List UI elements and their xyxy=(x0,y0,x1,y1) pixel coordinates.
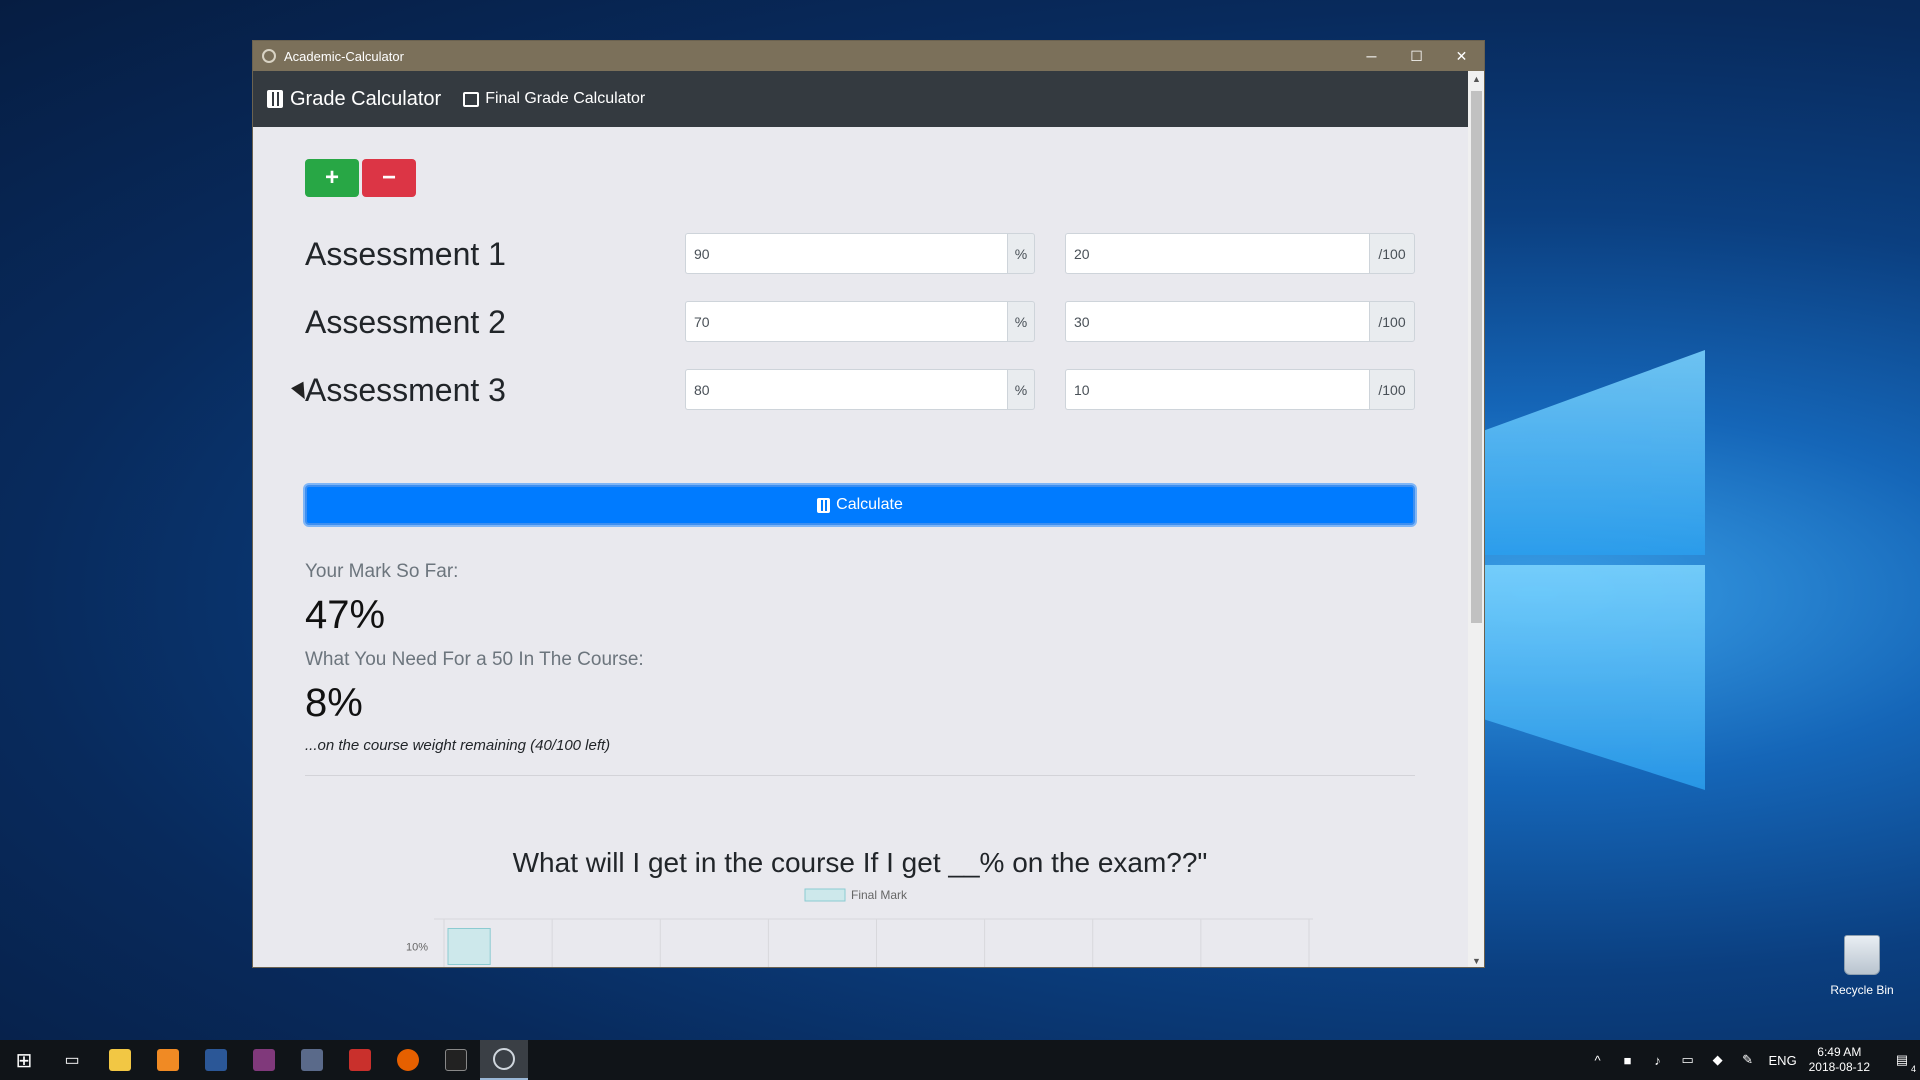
nvidia-icon[interactable]: ■ xyxy=(1613,1053,1643,1068)
terminal-icon xyxy=(445,1049,467,1071)
pen-icon[interactable]: ✎ xyxy=(1733,1052,1763,1068)
notification-count: 4 xyxy=(1910,1064,1916,1074)
title-bar[interactable]: Academic-Calculator ─ ☐ ✕ xyxy=(253,41,1484,71)
system-tray: ^ ■ ♪ ▭ ◆ ✎ ENG 6:49 AM 2018-08-12 ▤ 4 xyxy=(1583,1040,1920,1080)
word-button[interactable] xyxy=(192,1040,240,1080)
clock-time: 6:49 AM xyxy=(1817,1045,1862,1059)
scroll-down-arrow[interactable]: ▼ xyxy=(1472,956,1481,966)
minimize-button[interactable]: ─ xyxy=(1349,41,1394,71)
close-button[interactable]: ✕ xyxy=(1439,41,1484,71)
firefox-button[interactable] xyxy=(384,1040,432,1080)
vertical-scrollbar[interactable]: ▲ ▼ xyxy=(1468,71,1484,967)
assessment-label: Assessment 3 xyxy=(305,372,506,408)
weight-addon: /100 xyxy=(1369,301,1415,342)
show-hidden-icons-button[interactable]: ^ xyxy=(1583,1053,1613,1068)
percent-addon: % xyxy=(1007,369,1035,410)
onenote-button[interactable] xyxy=(240,1040,288,1080)
calculator-app-icon xyxy=(301,1049,323,1071)
main-content: + − Assessment 1 % /100 Assessment 2 % /… xyxy=(253,127,1468,967)
pdf-button[interactable] xyxy=(336,1040,384,1080)
legend-label: Final Mark xyxy=(851,888,908,902)
clock[interactable]: 6:49 AM 2018-08-12 xyxy=(1809,1045,1870,1075)
calculator-app-button[interactable] xyxy=(288,1040,336,1080)
chart-title: What will I get in the course If I get _… xyxy=(512,847,1208,878)
dropbox-icon[interactable]: ◆ xyxy=(1703,1052,1733,1068)
bar xyxy=(447,928,491,965)
weight-input[interactable] xyxy=(1065,301,1369,342)
assessment-row: Assessment 3 % /100 xyxy=(305,369,1415,411)
mark-input[interactable] xyxy=(685,369,1007,410)
scroll-up-arrow[interactable]: ▲ xyxy=(1472,74,1481,84)
task-view-icon: ▭ xyxy=(64,1052,80,1069)
weight-input[interactable] xyxy=(1065,369,1369,410)
volume-icon[interactable]: ♪ xyxy=(1643,1053,1673,1068)
add-assessment-button[interactable]: + xyxy=(305,159,359,197)
calculate-button[interactable]: Calculate xyxy=(305,485,1415,525)
brand-link[interactable]: Grade Calculator xyxy=(267,88,441,111)
sublime-text-button[interactable] xyxy=(144,1040,192,1080)
category-tick-label: 10% xyxy=(406,942,428,954)
task-view-button[interactable]: ▭ xyxy=(48,1040,96,1080)
app-icon xyxy=(262,49,276,63)
clock-date: 2018-08-12 xyxy=(1808,1060,1870,1074)
assessment-row: Assessment 2 % /100 xyxy=(305,301,1415,343)
app-window: Academic-Calculator ─ ☐ ✕ Grade Calculat… xyxy=(252,40,1485,968)
remove-assessment-button[interactable]: − xyxy=(362,159,416,197)
sublime-text-icon xyxy=(157,1049,179,1071)
weight-input[interactable] xyxy=(1065,233,1369,274)
scrollbar-thumb[interactable] xyxy=(1471,91,1482,623)
window-title: Academic-Calculator xyxy=(284,48,404,64)
weight-addon: /100 xyxy=(1369,233,1415,274)
need-value: 8% xyxy=(305,681,363,725)
legend-swatch xyxy=(804,888,846,902)
file-explorer-icon xyxy=(109,1049,131,1071)
mark-input[interactable] xyxy=(685,301,1007,342)
weight-addon: /100 xyxy=(1369,369,1415,410)
percent-addon: % xyxy=(1007,301,1035,342)
remaining-note: ...on the course weight remaining (40/10… xyxy=(305,737,611,754)
brand-label: Grade Calculator xyxy=(290,87,442,110)
firefox-icon xyxy=(397,1049,419,1071)
file-explorer-button[interactable] xyxy=(96,1040,144,1080)
percent-addon: % xyxy=(1007,233,1035,274)
start-button[interactable]: ⊞ xyxy=(0,1040,48,1080)
pdf-icon xyxy=(349,1049,371,1071)
windows-logo-wallpaper xyxy=(1480,340,1710,810)
academic-calculator-taskbar-button[interactable] xyxy=(480,1040,528,1080)
edit-icon xyxy=(463,91,480,107)
assessment-row: Assessment 1 % /100 xyxy=(305,233,1415,275)
mark-so-far-label: Your Mark So Far: xyxy=(305,561,459,582)
recycle-bin-icon xyxy=(1844,935,1880,975)
taskbar: ⊞ ▭ ^ ■ ♪ ▭ ◆ ✎ ENG 6:49 AM 2018-08-12 ▤… xyxy=(0,1040,1920,1080)
mark-input[interactable] xyxy=(685,233,1007,274)
action-center-button[interactable]: ▤ 4 xyxy=(1884,1052,1920,1074)
calculator-icon xyxy=(267,90,283,108)
calculator-icon xyxy=(817,497,831,513)
battery-icon[interactable]: ▭ xyxy=(1673,1052,1703,1068)
final-mark-chart: Final Mark10%20% xyxy=(406,888,1313,967)
academic-calculator-icon xyxy=(493,1048,515,1070)
need-label: What You Need For a 50 In The Course: xyxy=(305,649,644,670)
divider xyxy=(305,775,1415,776)
recycle-bin-shortcut[interactable]: Recycle Bin xyxy=(1822,935,1902,997)
navbar: Grade Calculator Final Grade Calculator xyxy=(253,71,1468,127)
nav-link-label: Final Grade Calculator xyxy=(485,90,646,107)
assessment-label: Assessment 2 xyxy=(305,304,506,340)
recycle-bin-label: Recycle Bin xyxy=(1830,983,1894,997)
calculate-label: Calculate xyxy=(836,496,903,513)
language-indicator[interactable]: ENG xyxy=(1763,1053,1803,1068)
mark-so-far-value: 47% xyxy=(305,593,386,637)
onenote-icon xyxy=(253,1049,275,1071)
maximize-button[interactable]: ☐ xyxy=(1394,41,1439,71)
start-icon: ⊞ xyxy=(15,1049,33,1072)
terminal-button[interactable] xyxy=(432,1040,480,1080)
word-icon xyxy=(205,1049,227,1071)
assessment-label: Assessment 1 xyxy=(305,236,506,272)
final-grade-calculator-link[interactable]: Final Grade Calculator xyxy=(463,90,645,108)
